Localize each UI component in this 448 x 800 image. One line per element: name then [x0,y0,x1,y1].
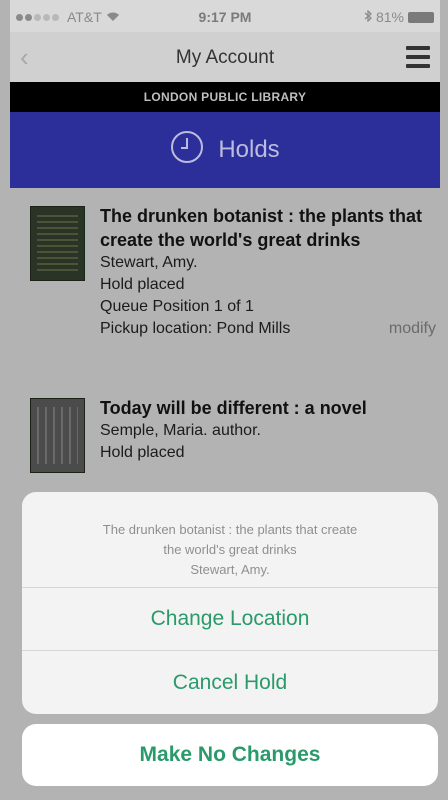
book-cover-image [30,398,85,473]
holds-section-header: Holds [10,112,440,188]
hold-title: The drunken botanist : the plants that c… [100,206,423,250]
action-sheet: The drunken botanist : the plants that c… [22,492,438,714]
book-cover-image [30,206,85,281]
battery-percent: 81% [375,9,404,25]
action-sheet-message: The drunken botanist : the plants that c… [22,492,438,588]
hold-title: Today will be different : a novel [100,398,367,418]
library-name-banner: LONDON PUBLIC LIBRARY [10,82,440,112]
list-item[interactable]: Today will be different : a novel Semple… [10,392,440,492]
action-sheet-message-line: Stewart, Amy. [190,562,270,577]
hold-status: Hold placed [100,276,185,293]
hamburger-menu-icon[interactable] [406,46,430,68]
modify-link[interactable]: modify [389,318,436,340]
action-sheet-message-line: The drunken botanist : the plants that c… [102,522,358,537]
bluetooth-icon [364,9,372,25]
change-location-button[interactable]: Change Location [22,588,438,651]
cancel-hold-button[interactable]: Cancel Hold [22,651,438,714]
clock-icon [170,130,204,171]
hold-author: Semple, Maria. author. [100,422,261,439]
page-title: My Account [175,47,275,68]
holds-title: Holds [218,136,280,163]
make-no-changes-button[interactable]: Make No Changes [22,724,438,786]
action-sheet-message-line: the world's great drinks [163,542,297,557]
status-bar: AT&T 9:17 PM 81% [10,0,440,32]
hold-queue-position: Queue Position 1 of 1 [100,298,254,315]
hold-author: Stewart, Amy. [100,254,198,271]
navigation-bar: ‹ My Account [10,32,440,82]
battery-status: 81% [364,9,434,25]
hold-pickup-location: Pickup location: Pond Mills [100,320,291,337]
list-item[interactable]: The drunken botanist : the plants that c… [10,200,440,380]
battery-icon [408,11,434,23]
hold-status: Hold placed [100,444,185,461]
